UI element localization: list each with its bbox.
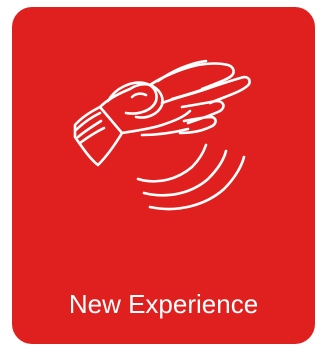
hand-with-vibration-waves-icon — [73, 59, 251, 211]
tile-label: New Experience — [68, 289, 259, 319]
new-experience-tile[interactable]: New Experience — [12, 7, 315, 344]
